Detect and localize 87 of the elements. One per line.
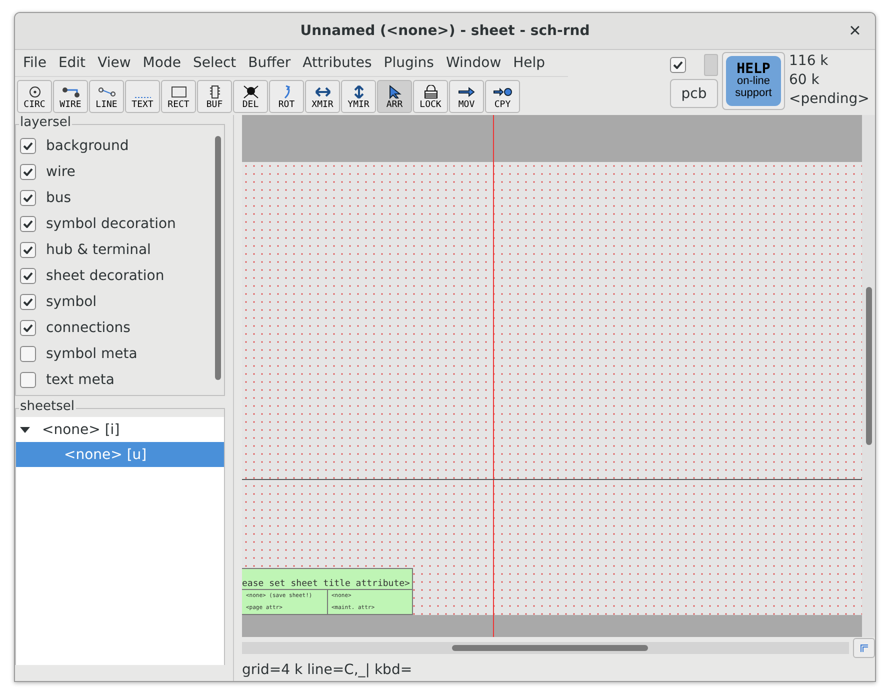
stat-value: <pending> [789, 90, 870, 109]
checkmark-icon [673, 61, 683, 69]
menu-item[interactable]: Plugins [378, 55, 440, 71]
tool-button[interactable]: DEL [233, 80, 268, 113]
checkbox[interactable] [20, 164, 36, 180]
tool-button[interactable]: LINE [89, 80, 124, 113]
tool-button[interactable]: WIRE [53, 80, 88, 113]
tool-button[interactable]: LOCK [413, 80, 448, 113]
tool-button[interactable]: XMIR [305, 80, 340, 113]
checkbox[interactable] [670, 57, 686, 73]
tool-button[interactable]: ARR [377, 80, 412, 113]
layer-label[interactable]: text meta [46, 372, 114, 388]
tool-button[interactable]: ROT [269, 80, 304, 113]
tool-button[interactable]: CIRC [17, 80, 52, 113]
toggle-box[interactable] [704, 54, 718, 76]
checkbox[interactable] [20, 242, 36, 258]
checkmark-icon [23, 298, 33, 306]
window-title: Unnamed (<none>) - sheet - sch-rnd [300, 23, 590, 39]
tree-item-label: <none> [i] [42, 422, 120, 438]
layer-label[interactable]: background [46, 138, 129, 154]
checkmark-icon [23, 246, 33, 254]
expanded-triangle-icon[interactable] [20, 424, 30, 434]
wire-icon [60, 85, 80, 99]
menu-item[interactable]: Edit [52, 55, 92, 71]
copy-arrows-icon [492, 85, 512, 99]
menu-item[interactable]: Mode [136, 55, 187, 71]
rotate-arrow-icon [282, 85, 290, 99]
horizontal-arrows-icon [312, 85, 332, 99]
menu-item[interactable]: File [17, 55, 52, 71]
stat-value: 60 k [789, 71, 820, 90]
checkbox[interactable] [20, 294, 36, 310]
tool-button[interactable]: YMIR [341, 80, 376, 113]
pcb-button[interactable]: pcb [670, 79, 718, 108]
stat-value: 116 k [789, 52, 830, 71]
dotted-line-icon [134, 96, 152, 99]
help-text: support [735, 87, 772, 99]
tool-button[interactable]: RECT [161, 80, 196, 113]
checkbox[interactable] [20, 320, 36, 336]
checkbox[interactable] [20, 372, 36, 388]
menu-item[interactable]: Buffer [242, 55, 297, 71]
status-text: grid=4 k line=C,_| kbd= [242, 661, 414, 680]
tool-button[interactable]: MOV [449, 80, 484, 113]
close-button[interactable]: × [843, 19, 867, 43]
menu-item[interactable]: Attributes [296, 55, 378, 71]
help-text: on-line [736, 75, 770, 87]
rectangle-icon [168, 85, 188, 99]
right-arrow-icon [456, 85, 476, 99]
line-icon [96, 85, 116, 99]
vertical-scrollbar[interactable] [862, 115, 875, 637]
checkmark-icon [23, 142, 33, 150]
tool-button[interactable]: CPY [485, 80, 520, 113]
tool-button[interactable]: BUF [197, 80, 232, 113]
checkmark-icon [23, 220, 33, 228]
tree-item-label: <none> [u] [64, 446, 147, 462]
checkbox[interactable] [20, 190, 36, 206]
help-button[interactable]: HELP on-line support [722, 52, 785, 110]
scrollbar-thumb[interactable] [452, 645, 648, 651]
layer-label[interactable]: wire [46, 164, 76, 180]
layer-label[interactable]: symbol [46, 294, 97, 310]
tool-button[interactable]: TEXT [125, 80, 160, 113]
layer-label[interactable]: symbol meta [46, 346, 138, 362]
layer-label[interactable]: bus [46, 190, 72, 206]
layer-label[interactable]: sheet decoration [46, 268, 164, 284]
checkmark-icon [23, 194, 33, 202]
menu-item[interactable]: Select [186, 55, 242, 71]
title-block-title: ease set sheet title attribute> [242, 569, 412, 590]
checkbox[interactable] [20, 268, 36, 284]
menu-item[interactable]: Help [507, 55, 552, 71]
checkbox[interactable] [20, 216, 36, 232]
tree-item[interactable]: <none> [i] [16, 417, 224, 442]
layer-label[interactable]: symbol decoration [46, 216, 176, 232]
scrollbar-thumb[interactable] [215, 136, 221, 380]
layer-label[interactable]: hub & terminal [46, 242, 151, 258]
layer-label[interactable]: connections [46, 320, 130, 336]
checkbox[interactable] [20, 346, 36, 362]
checkbox[interactable] [20, 138, 36, 154]
scrollbar-thumb[interactable] [866, 287, 872, 445]
checkmark-icon [23, 324, 33, 332]
corner-button[interactable] [853, 638, 875, 658]
horizontal-scrollbar[interactable] [242, 642, 849, 654]
menu-item[interactable]: View [92, 55, 137, 71]
checkmark-icon [23, 272, 33, 280]
menu-item[interactable]: Window [440, 55, 508, 71]
checkmark-icon [23, 168, 33, 176]
corner-icon [860, 644, 868, 652]
group-title: layersel [19, 115, 72, 130]
help-text: HELP [736, 63, 770, 75]
